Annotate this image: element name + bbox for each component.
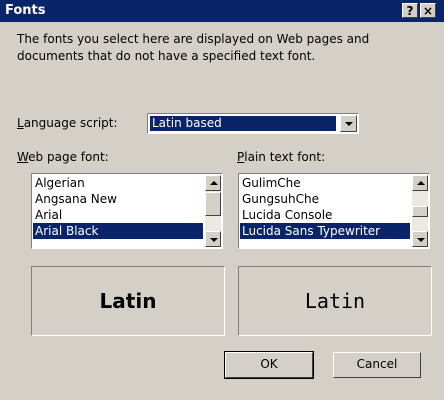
close-button[interactable]: × [420, 3, 436, 18]
list-item[interactable]: Arial [33, 207, 203, 223]
dialog-title: Fonts [5, 3, 46, 18]
list-item[interactable]: Lucida Console [240, 207, 410, 223]
scroll-thumb[interactable] [205, 192, 221, 216]
title-bar: Fonts ? × [0, 0, 444, 22]
plain-text-font-label: Plain text font: [237, 150, 326, 164]
web-font-preview-text: Latin [99, 289, 157, 313]
list-item[interactable]: Algerian [33, 175, 203, 191]
web-font-scrollbar[interactable] [205, 175, 221, 247]
scroll-down-button[interactable] [205, 231, 221, 247]
help-button[interactable]: ? [402, 3, 418, 18]
plain-text-font-list[interactable]: GulimChe GungsuhChe Lucida Console Lucid… [238, 173, 430, 249]
scroll-up-button[interactable] [412, 175, 428, 191]
chevron-up-icon [210, 181, 218, 185]
chevron-down-icon [345, 122, 353, 126]
scroll-up-button[interactable] [205, 175, 221, 191]
plain-font-scrollbar[interactable] [412, 175, 428, 247]
scroll-down-button[interactable] [412, 231, 428, 247]
chevron-down-icon [417, 238, 425, 242]
language-script-label: Language script: [17, 116, 118, 130]
plain-font-preview-text: Latin [304, 289, 366, 313]
plain-font-preview: Latin [238, 266, 432, 336]
chevron-down-icon [210, 238, 218, 242]
list-item[interactable]: GulimChe [240, 175, 410, 191]
cancel-button[interactable]: Cancel [333, 352, 421, 378]
web-page-font-label: Web page font: [17, 150, 109, 164]
web-page-font-list[interactable]: Algerian Angsana New Arial Arial Black [31, 173, 223, 249]
list-item[interactable]: Angsana New [33, 191, 203, 207]
language-script-dropdown[interactable]: Latin based [147, 113, 359, 134]
list-item-selected[interactable]: Arial Black [33, 223, 203, 239]
description-text: The fonts you select here are displayed … [17, 32, 370, 63]
language-script-value: Latin based [150, 116, 336, 131]
list-item-selected[interactable]: Lucida Sans Typewriter [240, 223, 410, 239]
chevron-up-icon [417, 181, 425, 185]
scroll-thumb[interactable] [412, 206, 428, 217]
list-item[interactable]: GungsuhChe [240, 191, 410, 207]
ok-button[interactable]: OK [224, 351, 314, 379]
web-font-preview: Latin [31, 266, 225, 336]
language-dropdown-button[interactable] [340, 115, 357, 132]
